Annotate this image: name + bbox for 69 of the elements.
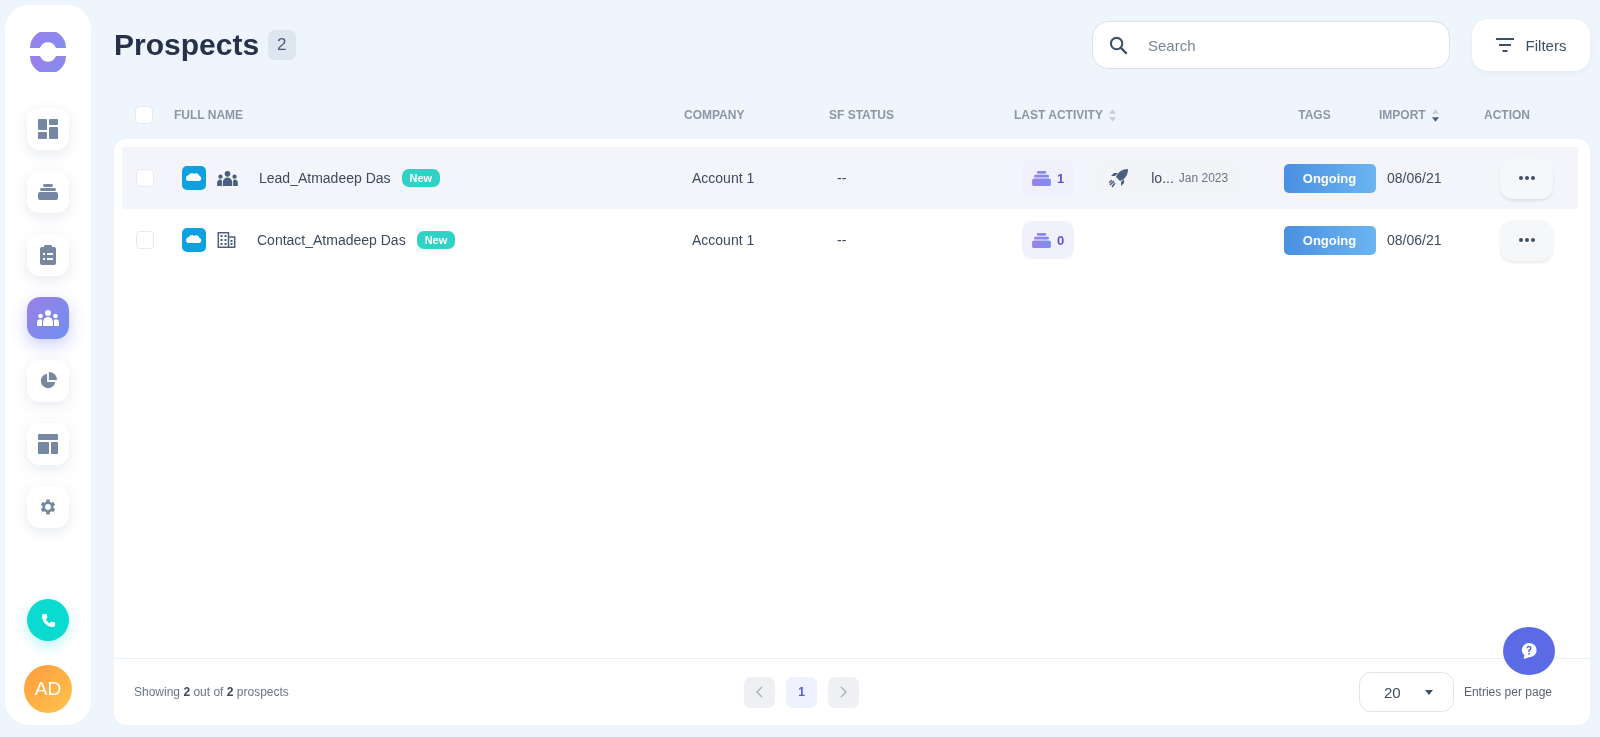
people-nav-button[interactable] (27, 297, 69, 339)
more-button[interactable] (1500, 219, 1553, 261)
layout-icon (38, 434, 58, 454)
search-icon (1109, 35, 1128, 55)
more-button[interactable] (1500, 157, 1553, 199)
page-button[interactable]: 1 (786, 676, 817, 708)
count-badge: 2 (268, 30, 296, 60)
table-row[interactable]: Lead_Atmadeep Das New Account 1 -- 1 lo... Jan 2023 Ongoing 08/06/21 (122, 147, 1578, 209)
layout-nav-button[interactable] (27, 423, 69, 465)
tag-badge: Ongoing (1283, 225, 1376, 255)
entries-per-page-label: Entries per page (1463, 685, 1552, 699)
column-header: ACTION (1484, 108, 1530, 122)
settings-icon (38, 497, 58, 517)
new-badge: New (401, 169, 441, 187)
more-icon (1518, 238, 1535, 242)
column-header: LAST ACTIVITY (1014, 108, 1103, 122)
people-icon (37, 310, 59, 326)
clipboard-nav-button[interactable] (27, 234, 69, 276)
activity-count-chip[interactable]: 0 (1022, 221, 1075, 259)
dashboard-nav-button[interactable] (27, 108, 69, 150)
column-header: TAGS (1298, 108, 1331, 122)
stack-icon (1032, 232, 1051, 248)
page-title: Prospects (114, 28, 260, 62)
column-header: IMPORT (1379, 108, 1426, 122)
row-checkbox[interactable] (136, 169, 154, 187)
sort-icon[interactable] (1430, 106, 1440, 124)
stack-icon (1032, 170, 1051, 186)
phone-icon (40, 612, 56, 628)
dashboard-icon (38, 119, 58, 139)
people-icon (217, 170, 238, 186)
phone-button[interactable] (27, 599, 69, 641)
activity-count-chip[interactable]: 1 (1022, 159, 1075, 197)
logo-icon (28, 32, 68, 72)
caret-icon (1424, 689, 1433, 695)
more-icon (1518, 176, 1535, 180)
search-field[interactable]: Search (1092, 21, 1450, 69)
tag-badge: Ongoing (1283, 163, 1376, 193)
building-icon (217, 232, 236, 248)
sf-status: -- (837, 170, 847, 186)
import-date: 08/06/21 (1387, 170, 1442, 186)
gear-nav-button[interactable] (27, 486, 69, 528)
rocket-icon (1109, 168, 1130, 188)
stack-nav-button[interactable] (27, 171, 69, 213)
stack-icon (38, 184, 58, 200)
company-name: Account 1 (692, 232, 755, 248)
select-all-checkbox[interactable] (135, 106, 153, 124)
showing-text: Showing 2 out of 2 prospects (134, 685, 290, 699)
chevron-right-icon (840, 686, 847, 698)
column-header: SF STATUS (829, 108, 894, 122)
column-header: FULL NAME (174, 108, 244, 122)
pie-nav-button[interactable] (27, 360, 69, 402)
row-checkbox[interactable] (136, 231, 154, 249)
prospect-name[interactable]: Lead_Atmadeep Das (259, 170, 391, 186)
company-name: Account 1 (692, 170, 755, 186)
import-date: 08/06/21 (1387, 232, 1442, 248)
sf-status: -- (837, 232, 847, 248)
pie-chart-icon (39, 372, 57, 390)
new-badge: New (416, 231, 456, 249)
column-header: COMPANY (684, 108, 745, 122)
prospect-name[interactable]: Contact_Atmadeep Das (257, 232, 406, 248)
table-row[interactable]: Contact_Atmadeep Das New Account 1 -- 0 Ongoing 08/06/21 (122, 209, 1578, 271)
filter-icon (1495, 38, 1514, 52)
cloud-icon (182, 228, 206, 252)
clipboard-icon (40, 245, 56, 265)
cloud-icon (182, 166, 206, 190)
chevron-left-icon (756, 686, 763, 698)
help-chat-icon (1520, 642, 1538, 660)
filters-button[interactable]: Filters (1472, 19, 1590, 71)
per-page-dropdown[interactable]: 20 (1358, 672, 1454, 712)
